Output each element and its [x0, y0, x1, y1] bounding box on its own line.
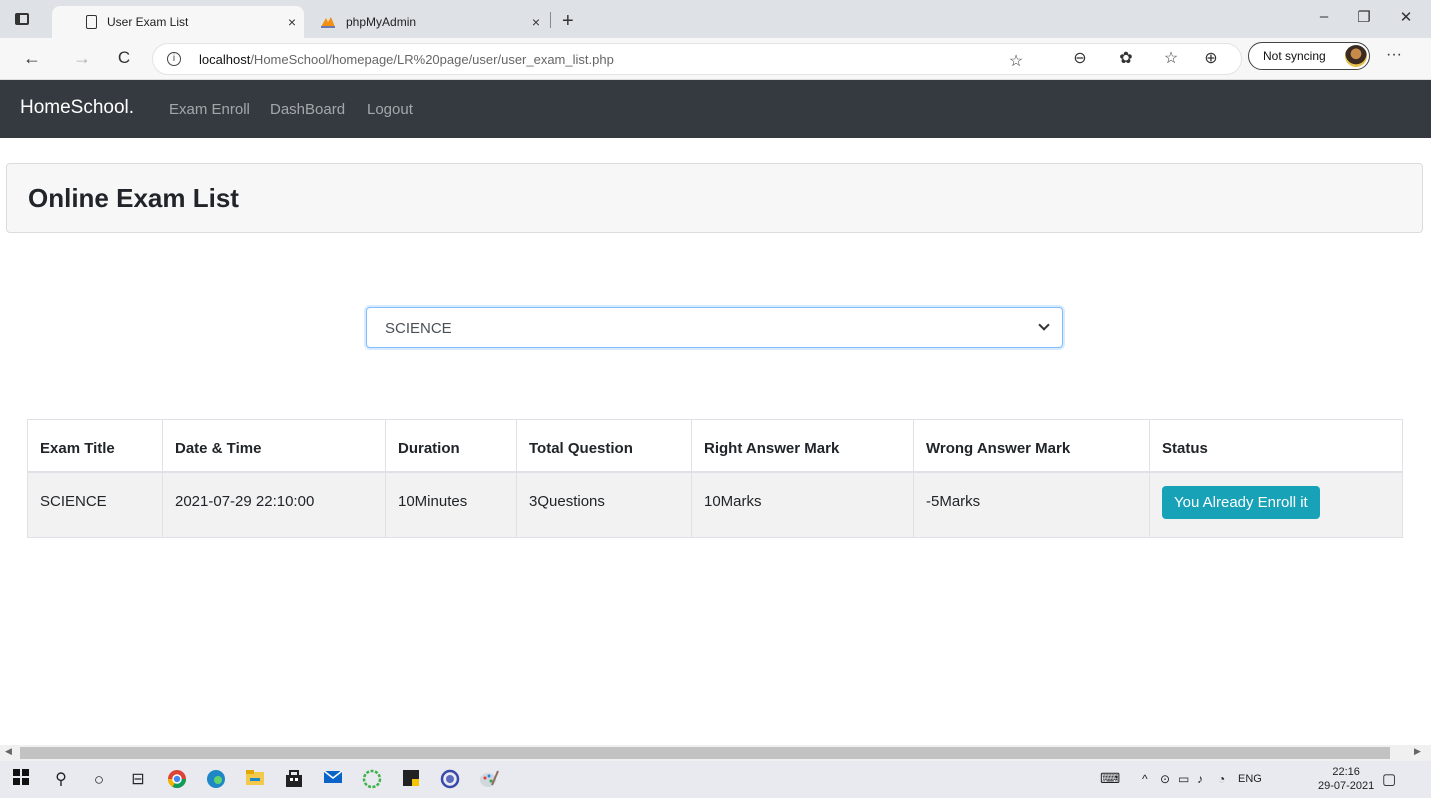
phpmyadmin-icon: [320, 14, 336, 30]
site-brand[interactable]: HomeSchool.: [20, 97, 134, 119]
nav-logout[interactable]: Logout: [367, 101, 413, 118]
read-aloud-icon[interactable]: ⊖: [1069, 48, 1091, 68]
scrollbar-thumb[interactable]: [20, 747, 1390, 759]
cell-date-time: 2021-07-29 22:10:00: [162, 471, 386, 538]
exam-select[interactable]: SCIENCE: [366, 307, 1063, 348]
tab-user-exam-list[interactable]: User Exam List ×: [52, 6, 304, 38]
clock-date: 29-07-2021: [1318, 780, 1375, 792]
collections-icon[interactable]: ⊕: [1200, 48, 1222, 68]
cortana-icon[interactable]: ○: [88, 769, 110, 791]
close-tab-icon[interactable]: ×: [524, 14, 548, 30]
avatar: [1345, 45, 1367, 67]
already-enrolled-button[interactable]: You Already Enroll it: [1162, 485, 1320, 519]
nav-exam-enroll[interactable]: Exam Enroll: [169, 101, 250, 118]
new-tab-button[interactable]: +: [562, 10, 574, 33]
browser-tab-strip: User Exam List × phpMyAdmin × + – ❐ ✕: [0, 0, 1431, 38]
scroll-right-icon[interactable]: ▶: [1414, 746, 1421, 757]
store-icon[interactable]: [283, 769, 305, 791]
table-header-row: Exam Title Date & Time Duration Total Qu…: [27, 419, 1403, 473]
cell-duration: 10Minutes: [385, 471, 517, 538]
back-button[interactable]: ←: [20, 48, 44, 69]
notification-icon[interactable]: ▢: [1382, 770, 1396, 788]
scroll-left-icon[interactable]: ◀: [5, 746, 12, 757]
card-header: Online Exam List: [6, 163, 1423, 233]
restore-button[interactable]: ❐: [1344, 8, 1384, 26]
media-app-icon[interactable]: [439, 769, 461, 791]
edge-icon[interactable]: [205, 769, 227, 791]
page-icon: [86, 15, 97, 29]
url-host: localhost: [199, 52, 251, 67]
minimize-button[interactable]: –: [1304, 8, 1344, 25]
header-total-question: Total Question: [516, 419, 692, 473]
info-icon[interactable]: i: [167, 52, 181, 66]
forward-button[interactable]: →: [70, 48, 94, 69]
battery-icon[interactable]: ▭: [1178, 772, 1189, 786]
wifi-icon[interactable]: ◔: [1218, 772, 1225, 786]
close-window-button[interactable]: ✕: [1386, 8, 1426, 26]
language-indicator[interactable]: ENG: [1238, 773, 1262, 785]
horizontal-scrollbar[interactable]: ◀ ▶: [0, 745, 1431, 761]
tab-divider: [550, 12, 551, 28]
profile-sync-button[interactable]: Not syncing: [1248, 42, 1370, 70]
header-status: Status: [1149, 419, 1403, 473]
header-exam-title: Exam Title: [27, 419, 163, 473]
tab-actions-icon[interactable]: [15, 13, 29, 25]
site-navbar: HomeSchool. Exam Enroll DashBoard Logout: [0, 80, 1431, 138]
header-right-answer-mark: Right Answer Mark: [691, 419, 914, 473]
browser-toolbar: ← → C i localhost/HomeSchool/homepage/LR…: [0, 38, 1431, 80]
header-duration: Duration: [385, 419, 517, 473]
taskbar: ⚲ ○ ⊟ ⌨ ^ ⊙ ▭ ♪ ◔ ENG 22:16 29-07-2021 ▢: [0, 761, 1431, 798]
windows-start-icon[interactable]: [10, 769, 32, 791]
chevron-down-icon: [1038, 319, 1050, 331]
tab-title: phpMyAdmin: [346, 15, 417, 29]
favorite-star-icon[interactable]: ☆: [1005, 51, 1027, 71]
tab-title: User Exam List: [107, 15, 189, 29]
file-explorer-icon[interactable]: [244, 769, 266, 791]
search-icon[interactable]: ⚲: [50, 769, 72, 791]
extensions-icon[interactable]: ✿: [1115, 48, 1137, 68]
table-row: SCIENCE 2021-07-29 22:10:00 10Minutes 3Q…: [27, 471, 1403, 538]
url-path: /HomeSchool/homepage/LR%20page/user/user…: [250, 52, 614, 67]
keyboard-icon[interactable]: ⌨: [1100, 770, 1120, 787]
tray-chevron-up-icon[interactable]: ^: [1142, 772, 1148, 786]
mail-icon[interactable]: [322, 769, 344, 791]
cell-total-question: 3Questions: [516, 471, 692, 538]
more-options-button[interactable]: ···: [1386, 46, 1402, 64]
task-view-icon[interactable]: ⊟: [127, 769, 149, 791]
header-wrong-answer-mark: Wrong Answer Mark: [913, 419, 1150, 473]
exam-select-value: SCIENCE: [385, 320, 452, 337]
cell-right-answer-mark: 10Marks: [691, 471, 914, 538]
cell-exam-title: SCIENCE: [27, 471, 163, 538]
page-title: Online Exam List: [28, 183, 239, 213]
sync-label: Not syncing: [1263, 49, 1326, 63]
header-date-time: Date & Time: [162, 419, 386, 473]
cell-status: You Already Enroll it: [1149, 471, 1403, 538]
network-location-icon[interactable]: ⊙: [1160, 772, 1170, 786]
clock[interactable]: 22:16 29-07-2021: [1318, 765, 1374, 793]
cell-wrong-answer-mark: -5Marks: [913, 471, 1150, 538]
tab-phpmyadmin[interactable]: phpMyAdmin ×: [308, 6, 548, 38]
url-text[interactable]: localhost/HomeSchool/homepage/LR%20page/…: [199, 52, 614, 67]
chrome-icon[interactable]: [166, 769, 188, 791]
clock-time: 22:16: [1332, 766, 1360, 778]
volume-icon[interactable]: ♪: [1197, 772, 1203, 786]
nav-dashboard[interactable]: DashBoard: [270, 101, 345, 118]
favorites-icon[interactable]: ☆: [1160, 48, 1182, 68]
close-tab-icon[interactable]: ×: [280, 14, 304, 30]
exam-table: Exam Title Date & Time Duration Total Qu…: [27, 419, 1403, 538]
paint-icon[interactable]: [478, 769, 500, 791]
app-ring-icon[interactable]: [361, 769, 383, 791]
sticky-notes-icon[interactable]: [400, 769, 422, 791]
refresh-button[interactable]: C: [112, 48, 136, 68]
